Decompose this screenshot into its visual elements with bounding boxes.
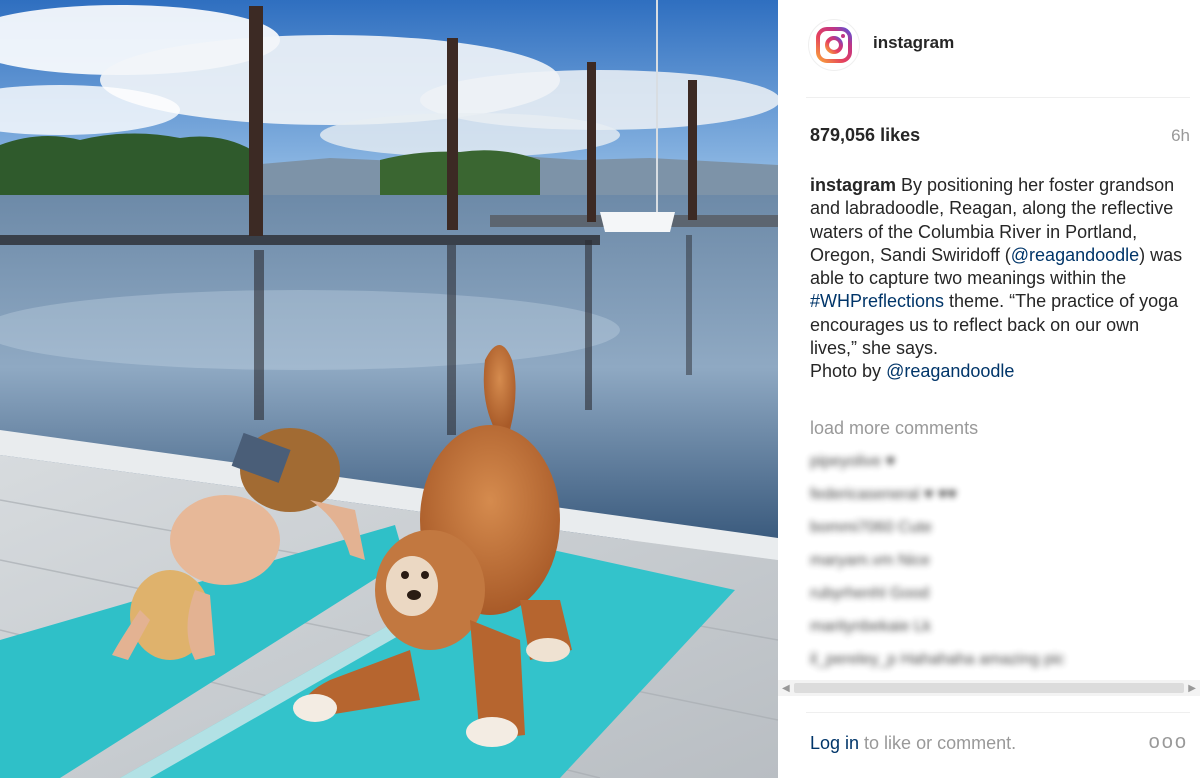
caption-mention-link[interactable]: @reagandoodle: [1011, 245, 1139, 265]
caption-hashtag-link[interactable]: #WHPreflections: [810, 291, 944, 311]
header-divider: [806, 97, 1190, 98]
post-image: [0, 0, 778, 778]
caption-username[interactable]: instagram: [810, 175, 896, 195]
post-header: instagram: [778, 0, 1200, 97]
likes-count[interactable]: 879,056 likes: [810, 125, 920, 146]
instagram-logo-icon: [816, 27, 852, 63]
list-item: maritynbekaie Lk: [810, 614, 1180, 647]
scrollbar-thumb[interactable]: [794, 683, 1184, 693]
post-photo: [0, 0, 778, 778]
more-options-button[interactable]: ooo: [1149, 731, 1188, 754]
scroll-left-arrow-icon[interactable]: ◀: [782, 683, 790, 694]
caption-photo-credit-link[interactable]: @reagandoodle: [886, 361, 1014, 381]
comment-text: il_pereley_p Hahahaha amazing pic: [810, 651, 1065, 668]
comment-text: pipeyolive ♥: [810, 453, 896, 470]
caption-text-4: Photo by: [810, 361, 887, 382]
list-item: bommi7060 Cute: [810, 515, 1180, 548]
horizontal-scrollbar[interactable]: ◀ ▶: [778, 680, 1200, 696]
list-item: il_pereley_p Hahahaha amazing pic: [810, 647, 1180, 680]
comment-text: bommi7060 Cute: [810, 519, 932, 536]
login-link[interactable]: Log in: [810, 733, 859, 753]
comment-text: rubyrhenhl Good: [810, 585, 930, 602]
login-prompt: Log in to like or comment.: [810, 733, 1016, 754]
post-timestamp[interactable]: 6h: [1171, 126, 1190, 146]
post-caption: instagram By positioning her foster gran…: [810, 174, 1190, 384]
list-item: federicaseneral ♥ ♥♥: [810, 482, 1180, 515]
footer-divider: [806, 712, 1190, 713]
avatar[interactable]: [808, 19, 860, 71]
comment-text: maritynbekaie Lk: [810, 618, 931, 635]
comments-list: pipeyolive ♥ federicaseneral ♥ ♥♥ bommi7…: [810, 449, 1180, 680]
scroll-right-arrow-icon[interactable]: ▶: [1188, 683, 1196, 694]
comment-text: maryam.vm Nice: [810, 552, 931, 569]
list-item: pipeyolive ♥: [810, 449, 1180, 482]
load-more-comments-link[interactable]: load more comments: [810, 418, 978, 439]
comment-text: federicaseneral ♥ ♥♥: [810, 486, 957, 503]
login-prompt-text: to like or comment.: [859, 733, 1017, 753]
list-item: maryam.vm Nice: [810, 548, 1180, 581]
list-item: rubyrhenhl Good: [810, 581, 1180, 614]
post-owner-username[interactable]: instagram: [873, 33, 954, 53]
post-side-panel: instagram 879,056 likes 6h instagram By …: [778, 0, 1200, 778]
